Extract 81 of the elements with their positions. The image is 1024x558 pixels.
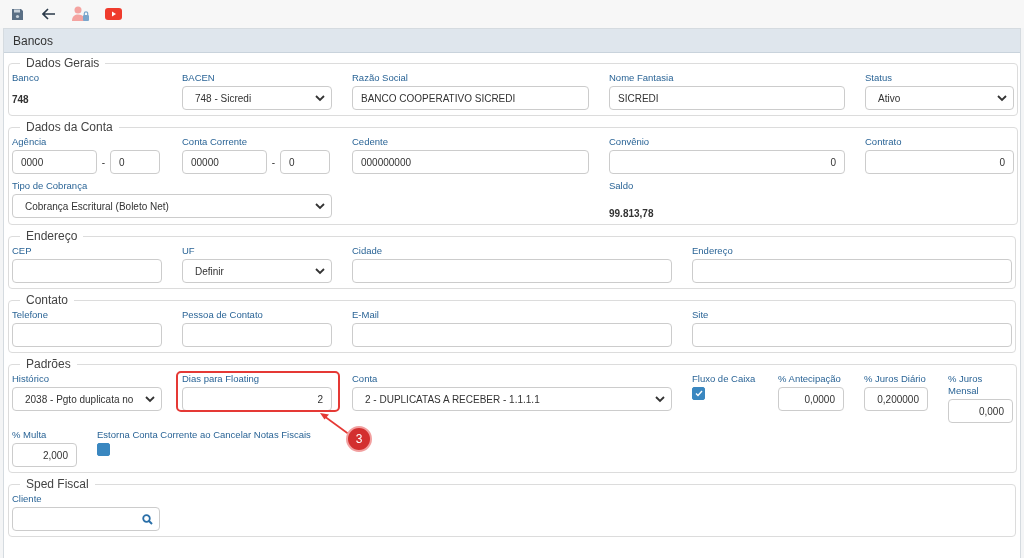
field-label: CEP	[12, 245, 33, 257]
field-label: Site	[692, 309, 710, 321]
field-label: % Juros Mensal	[948, 373, 984, 397]
section-legend: Contato	[20, 293, 75, 307]
number-field[interactable]: 0,000	[948, 399, 1013, 423]
number-field[interactable]: 00000	[182, 150, 267, 174]
field-label: Contrato	[865, 136, 903, 148]
chevron-down-icon	[315, 94, 325, 102]
section-legend: Dados Gerais	[20, 56, 106, 70]
search-icon[interactable]	[142, 513, 153, 525]
text-field[interactable]	[182, 323, 332, 347]
digit-field[interactable]: 0	[110, 150, 160, 174]
search-field[interactable]	[12, 507, 160, 531]
text-field[interactable]: SICREDI	[609, 86, 845, 110]
checkbox[interactable]	[97, 443, 110, 456]
field-label: Status	[865, 72, 893, 84]
field-value: 99.813,78	[609, 208, 655, 219]
number-field[interactable]: 0	[865, 150, 1014, 174]
select-field[interactable]: 748 - Sicredi	[182, 86, 332, 110]
field-label: UF	[182, 245, 196, 257]
number-field[interactable]: 0,200000	[864, 387, 928, 411]
select-field[interactable]: Cobrança Escritural (Boleto Net)	[12, 194, 332, 218]
field-label: Histórico	[12, 373, 50, 385]
field-label: Telefone	[12, 309, 49, 321]
text-field[interactable]	[12, 259, 162, 283]
field-label: Cidade	[352, 245, 384, 257]
number-field[interactable]: 2	[182, 387, 332, 411]
field-label: % Multa	[12, 429, 48, 441]
field-label: Dias para Floating	[182, 373, 261, 385]
select-field[interactable]: Ativo	[865, 86, 1014, 110]
chevron-down-icon	[997, 94, 1007, 102]
select-field[interactable]: 2 - DUPLICATAS A RECEBER - 1.1.1.1	[352, 387, 672, 411]
field-label: % Juros Diário	[864, 373, 927, 385]
field-label: Estorna Conta Corrente ao Cancelar Notas Fiscais	[97, 429, 311, 441]
section-legend: Padrões	[20, 357, 77, 371]
field-label: Nome Fantasia	[609, 72, 675, 84]
field-label: Agência	[12, 136, 48, 148]
step-badge: 3	[346, 426, 372, 452]
digit-field[interactable]: 0	[280, 150, 330, 174]
video-play-icon[interactable]	[104, 5, 122, 23]
text-field[interactable]	[692, 323, 1012, 347]
field-label: Saldo	[609, 180, 635, 192]
text-field[interactable]: 000000000	[352, 150, 589, 174]
chevron-down-icon	[145, 395, 155, 403]
number-field[interactable]: 0000	[12, 150, 97, 174]
field-label: % Antecipação	[778, 373, 842, 385]
separator: -	[270, 156, 277, 168]
field-label: Fluxo de Caixa	[692, 373, 757, 385]
panel-title: Bancos	[12, 33, 54, 48]
field-label: Tipo de Cobrança	[12, 180, 89, 192]
text-field[interactable]	[352, 323, 672, 347]
text-field[interactable]	[12, 323, 162, 347]
field-label: Cedente	[352, 136, 389, 148]
separator: -	[100, 156, 107, 168]
number-field[interactable]: 0	[609, 150, 845, 174]
number-field[interactable]: 2,000	[12, 443, 77, 467]
user-lock-icon[interactable]	[72, 5, 90, 23]
checkbox[interactable]	[692, 387, 705, 400]
chevron-down-icon	[655, 395, 665, 403]
field-label: E-Mail	[352, 309, 380, 321]
chevron-down-icon	[315, 202, 325, 210]
field-label: Conta Corrente	[182, 136, 248, 148]
text-field[interactable]: BANCO COOPERATIVO SICREDI	[352, 86, 589, 110]
field-label: BACEN	[182, 72, 216, 84]
section-legend: Endereço	[20, 229, 84, 243]
field-label: Endereço	[692, 245, 734, 257]
chevron-down-icon	[315, 267, 325, 275]
select-field[interactable]: 2038 - Pgto duplicata no	[12, 387, 162, 411]
text-field[interactable]	[692, 259, 1012, 283]
text-field[interactable]	[352, 259, 672, 283]
field-label: Banco	[12, 72, 40, 84]
field-label: Pessoa de Contato	[182, 309, 264, 321]
select-field[interactable]: Definir	[182, 259, 332, 283]
field-value: 748	[12, 94, 30, 105]
field-label: Razão Social	[352, 72, 409, 84]
section-legend: Dados da Conta	[20, 120, 119, 134]
section-legend: Sped Fiscal	[20, 477, 95, 491]
field-label: Conta	[352, 373, 379, 385]
field-label: Convênio	[609, 136, 651, 148]
field-label: Cliente	[12, 493, 43, 505]
number-field[interactable]: 0,0000	[778, 387, 844, 411]
